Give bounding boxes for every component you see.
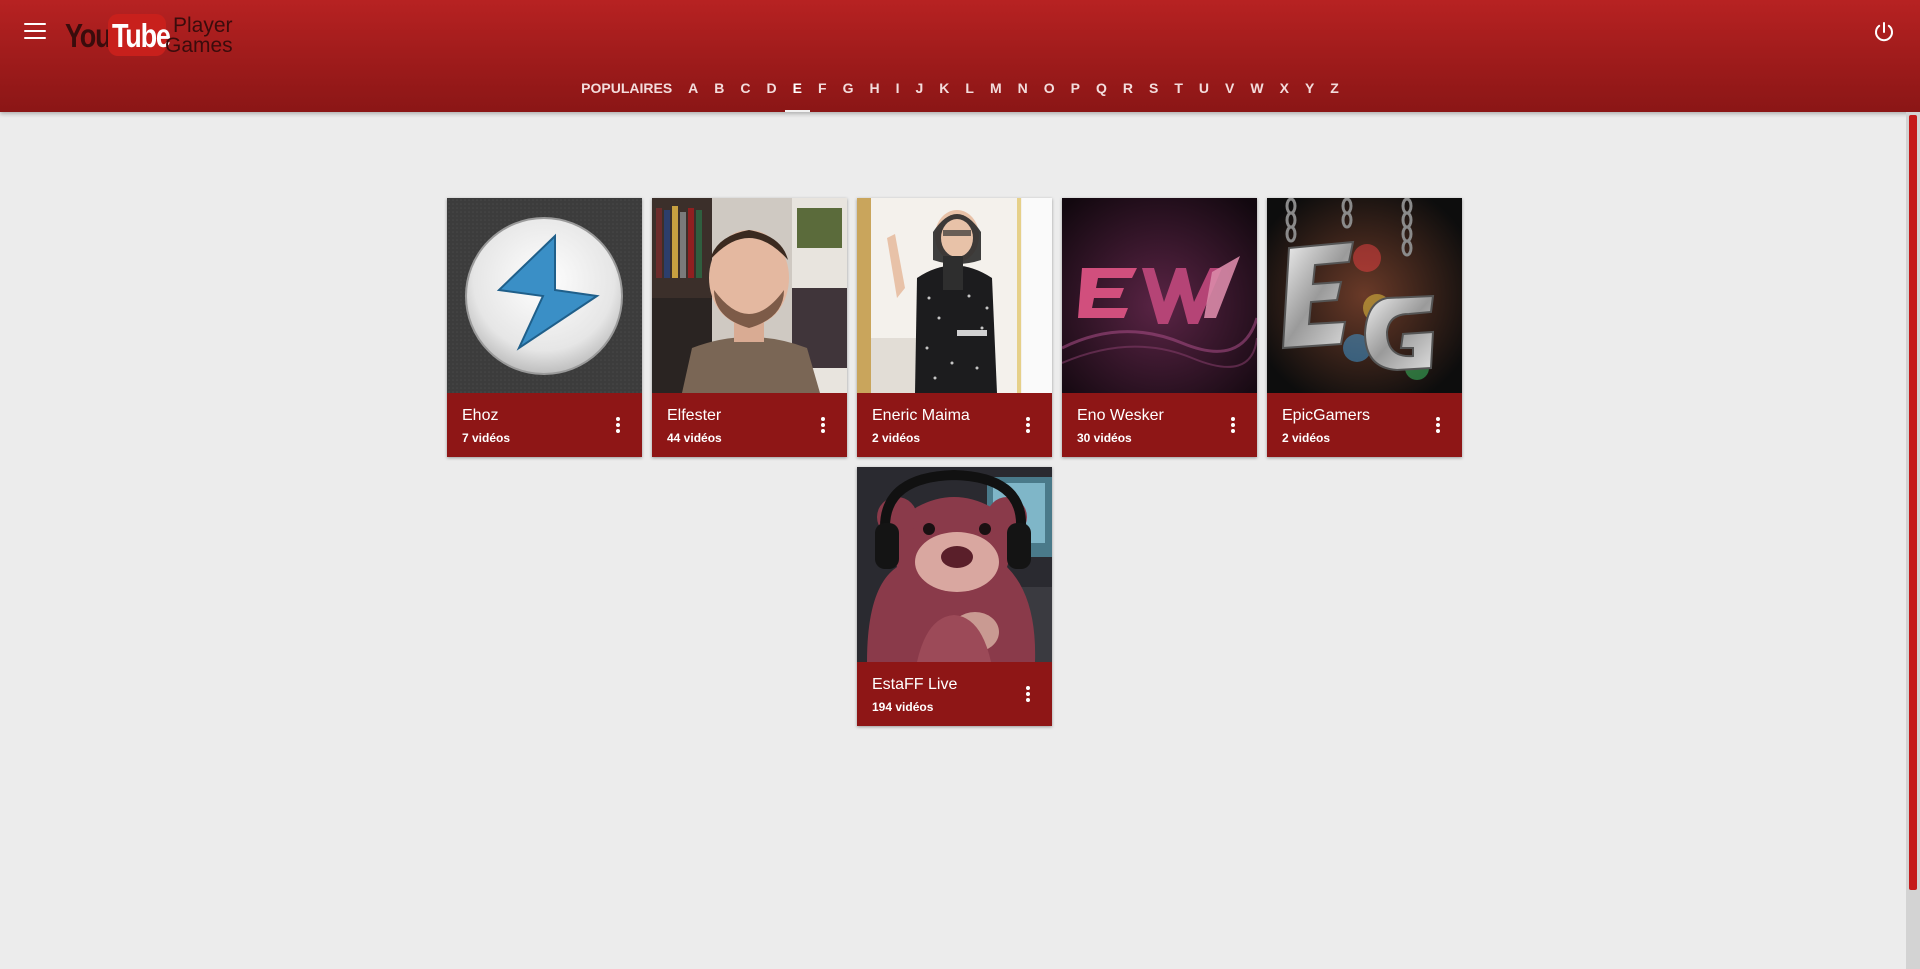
power-icon[interactable] (1872, 20, 1896, 44)
channel-card[interactable]: EstaFF Live 194 vidéos (857, 467, 1052, 726)
nav-letter-f[interactable]: F (810, 78, 835, 112)
logo-tube: Tube (112, 17, 171, 54)
channel-card[interactable]: Eno Wesker 30 vidéos (1062, 198, 1257, 457)
scrollbar-thumb[interactable] (1909, 115, 1917, 890)
channel-name: Eneric Maima (872, 407, 970, 424)
nav-letter-g[interactable]: G (835, 78, 862, 112)
logo-player: Player (173, 14, 233, 37)
logo-games: Games (165, 34, 233, 57)
more-vert-icon[interactable] (1020, 417, 1036, 439)
nav-letter-x[interactable]: X (1272, 78, 1297, 112)
nav-letter-y[interactable]: Y (1297, 78, 1322, 112)
nav-letter-z[interactable]: Z (1322, 78, 1347, 112)
nav-letter-m[interactable]: M (982, 78, 1010, 112)
video-count: 7 vidéos (462, 431, 511, 445)
more-vert-icon[interactable] (610, 417, 626, 439)
logo-you: You (65, 17, 112, 54)
more-vert-icon[interactable] (815, 417, 831, 439)
nav-letter-c[interactable]: C (732, 78, 758, 112)
youtube-player-games-logo[interactable]: You Tube Player Games (65, 13, 235, 57)
more-vert-icon[interactable] (1225, 417, 1241, 439)
alphabet-nav: POPULAIRES A B C D E F G H I J K L M N O… (0, 78, 1920, 112)
channel-card[interactable]: Eneric Maima 2 vidéos (857, 198, 1052, 457)
nav-letter-u[interactable]: U (1191, 78, 1217, 112)
video-count: 2 vidéos (872, 431, 921, 445)
video-count: 44 vidéos (667, 431, 722, 445)
video-count: 30 vidéos (1077, 431, 1132, 445)
channel-thumbnail (447, 198, 642, 393)
app-header: You Tube Player Games POPULAIRES A B C D… (0, 0, 1920, 112)
more-vert-icon[interactable] (1430, 417, 1446, 439)
nav-letter-j[interactable]: J (907, 78, 931, 112)
nav-letter-d[interactable]: D (759, 78, 785, 112)
nav-letter-n[interactable]: N (1010, 78, 1036, 112)
nav-letter-s[interactable]: S (1141, 78, 1166, 112)
video-count: 2 vidéos (1282, 431, 1331, 445)
nav-letter-l[interactable]: L (957, 78, 982, 112)
nav-letter-b[interactable]: B (706, 78, 732, 112)
video-count: 194 vidéos (872, 700, 934, 714)
channel-name: EpicGamers (1282, 407, 1371, 424)
nav-populaires[interactable]: POPULAIRES (573, 78, 680, 112)
nav-letter-v[interactable]: V (1217, 78, 1242, 112)
channel-card[interactable]: EpicGamers 2 vidéos (1267, 198, 1462, 457)
nav-letter-w[interactable]: W (1242, 78, 1271, 112)
nav-letter-p[interactable]: P (1063, 78, 1088, 112)
channel-card[interactable]: Ehoz 7 vidéos (447, 198, 642, 457)
nav-letter-q[interactable]: Q (1088, 78, 1115, 112)
nav-letter-r[interactable]: R (1115, 78, 1141, 112)
nav-letter-h[interactable]: H (861, 78, 887, 112)
nav-letter-i[interactable]: I (888, 78, 908, 112)
channel-name: Ehoz (462, 407, 499, 424)
channel-name: Elfester (667, 407, 722, 424)
nav-letter-e[interactable]: E (784, 78, 811, 112)
nav-letter-o[interactable]: O (1036, 78, 1063, 112)
channel-thumbnail (1062, 198, 1257, 393)
more-vert-icon[interactable] (1020, 686, 1036, 708)
channel-thumbnail (857, 467, 1052, 662)
vertical-scrollbar[interactable] (1906, 112, 1920, 969)
nav-letter-t[interactable]: T (1166, 78, 1191, 112)
channel-thumbnail (652, 198, 847, 393)
menu-icon[interactable] (24, 23, 46, 41)
channel-thumbnail (1267, 198, 1462, 393)
channel-card[interactable]: Elfester 44 vidéos (652, 198, 847, 457)
channel-name: EstaFF Live (872, 676, 958, 693)
channel-name: Eno Wesker (1077, 407, 1164, 424)
nav-letter-a[interactable]: A (680, 78, 706, 112)
nav-letter-k[interactable]: K (931, 78, 957, 112)
channel-thumbnail (857, 198, 1052, 393)
